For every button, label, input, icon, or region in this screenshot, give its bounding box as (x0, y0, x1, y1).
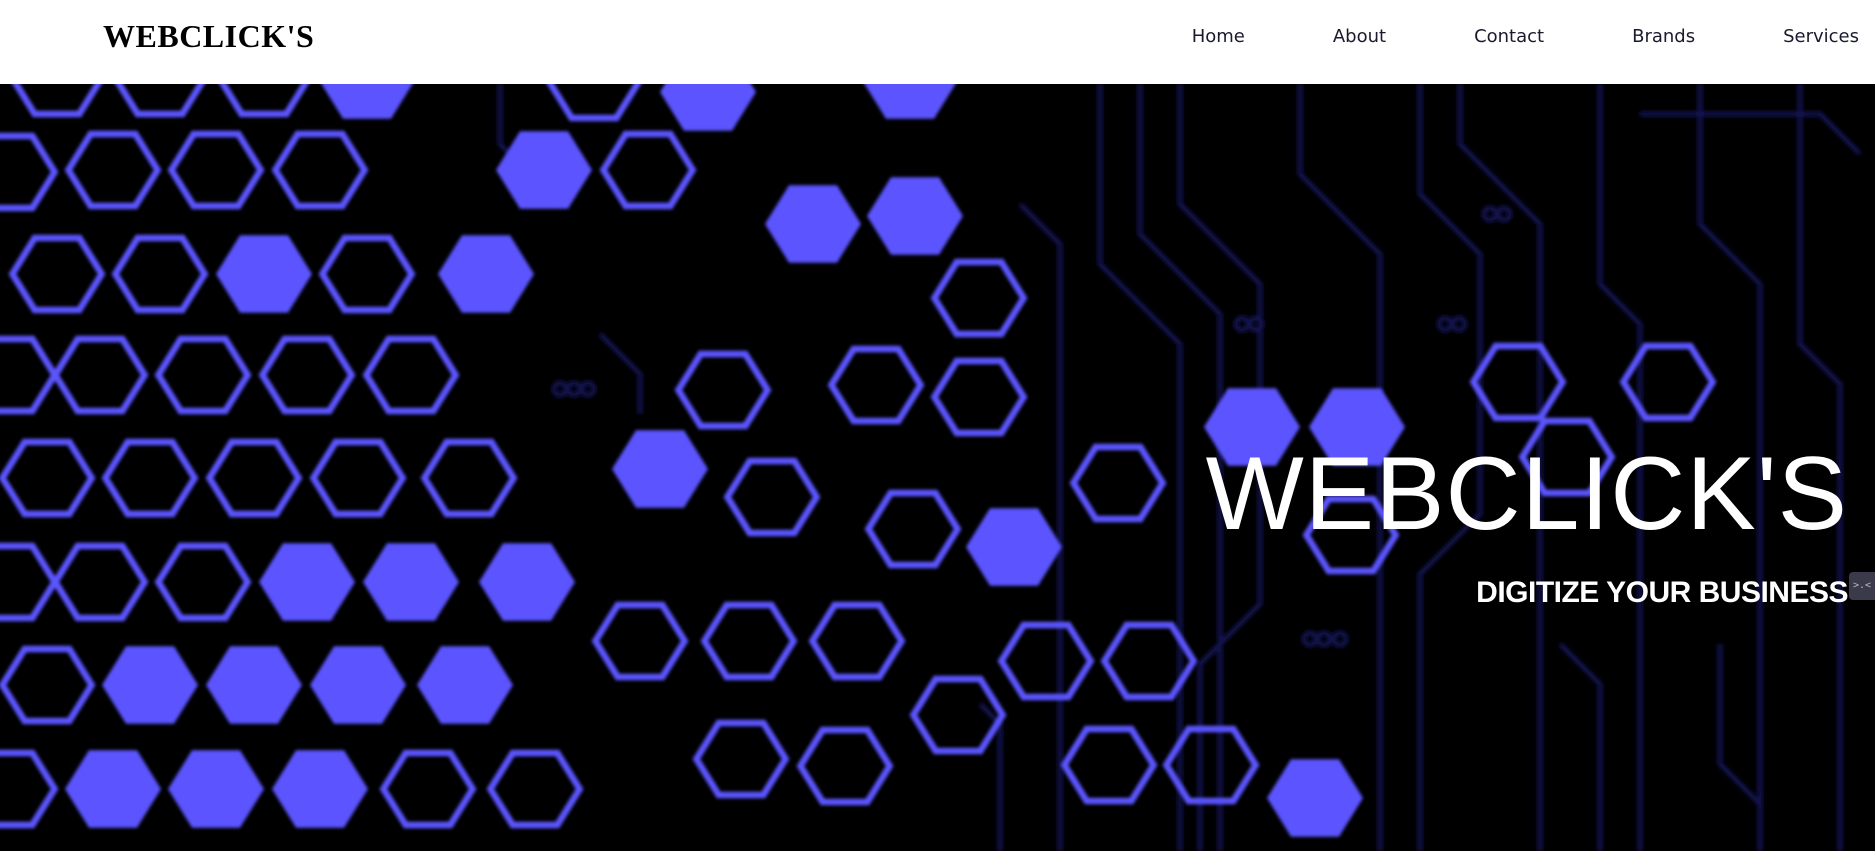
hexagon-outline (827, 345, 925, 425)
hexagon-outline (674, 350, 772, 430)
circuit-trace (1558, 642, 1603, 851)
hexagon-filled (363, 543, 459, 621)
hexagon-outline (379, 749, 477, 829)
hero-title: WEBCLICK'S (1205, 436, 1848, 552)
circuit-trace (598, 332, 643, 414)
hexagon-outline (64, 130, 162, 210)
hexagon-filled (310, 646, 406, 724)
hexagon-outline (546, 84, 642, 122)
hexagon-filled (867, 177, 963, 255)
nav-home-link[interactable]: Home (1192, 26, 1245, 47)
nav-brands-link[interactable]: Brands (1632, 26, 1695, 47)
circuit-pad (1247, 315, 1265, 333)
circuit-pad (1436, 315, 1454, 333)
hexagon-outline (0, 438, 96, 518)
hexagon-outline (1469, 342, 1567, 422)
circuit-trace (1717, 644, 1762, 806)
hexagon-outline (51, 335, 149, 415)
hexagon-outline (101, 438, 199, 518)
hexagon-filled (1267, 759, 1363, 837)
hexagon-outline (864, 489, 962, 569)
hexagon-outline (1069, 443, 1167, 523)
hero-section: WEBCLICK'S DIGITIZE YOUR BUSINESS (0, 84, 1875, 851)
hexagon-outline (808, 601, 906, 681)
hexagon-filled (321, 84, 413, 119)
hexagon-outline (205, 438, 303, 518)
hero-subtitle: DIGITIZE YOUR BUSINESS (1476, 576, 1848, 609)
hexagon-outline (700, 601, 798, 681)
circuit-pad (1495, 205, 1513, 223)
nav-services-link[interactable]: Services (1783, 26, 1859, 47)
circuit-pad (1301, 630, 1319, 648)
circuit-pad (1315, 630, 1333, 648)
hexagon-outline (258, 335, 356, 415)
top-navbar: WEBCLICK'S Home About Contact Brands Ser… (0, 0, 1875, 84)
hexagon-filled (417, 646, 513, 724)
circuit-pad (579, 380, 597, 398)
hexagon-filled (496, 131, 592, 209)
brand-logo[interactable]: WEBCLICK'S (103, 18, 314, 55)
nav-about-link[interactable]: About (1333, 26, 1386, 47)
hexagon-outline (723, 457, 821, 537)
circuit-pad (1450, 315, 1468, 333)
hexagon-outline (0, 645, 96, 725)
hexagon-outline (1060, 725, 1158, 805)
hexagon-outline (12, 84, 102, 118)
circuit-pad (1331, 630, 1349, 648)
circuit-pad (551, 380, 569, 398)
hexagon-outline (51, 542, 149, 622)
hexagon-outline (0, 335, 59, 415)
hexagon-filled (479, 543, 575, 621)
hexagon-outline (219, 84, 309, 118)
hexagon-filled (864, 84, 956, 119)
hexagon-filled (272, 750, 368, 828)
hexagon-filled (765, 185, 861, 263)
hexagon-outline (420, 438, 518, 518)
hexagon-filled (168, 750, 264, 828)
hexagon-filled (206, 646, 302, 724)
hexagon-outline (692, 719, 790, 799)
hexagon-filled (216, 235, 312, 313)
hexagon-filled (259, 543, 355, 621)
circuit-pad (1233, 315, 1251, 333)
hexagon-outline (318, 234, 416, 314)
hexagon-outline (591, 601, 689, 681)
hexagon-outline (0, 749, 59, 829)
hexagon-outline (997, 621, 1095, 701)
hexagon-outline (796, 726, 894, 806)
hexagon-outline (111, 234, 209, 314)
circuit-pad (1481, 205, 1499, 223)
nav-contact-link[interactable]: Contact (1474, 26, 1544, 47)
hexagon-outline (271, 130, 369, 210)
main-nav: Home About Contact Brands Services (1192, 26, 1859, 47)
hexagon-filled (102, 646, 198, 724)
hexagon-filled (660, 84, 756, 131)
hexagon-outline (599, 130, 697, 210)
hexagon-filled (438, 235, 534, 313)
hexagon-outline (930, 357, 1028, 437)
hexagon-outline (167, 130, 265, 210)
circuit-trace (1640, 111, 1862, 156)
hexagon-outline (0, 542, 59, 622)
hexagon-outline (0, 132, 59, 212)
circuit-pad (565, 380, 583, 398)
hexagon-outline (1619, 342, 1717, 422)
hexagon-outline (930, 258, 1028, 338)
chat-widget-icon[interactable]: >.< (1849, 572, 1875, 600)
hexagon-outline (154, 542, 252, 622)
hexagon-outline (362, 335, 460, 415)
hexagon-filled (966, 508, 1062, 586)
hexagon-outline (8, 234, 106, 314)
hexagon-outline (154, 335, 252, 415)
hexagon-outline (486, 749, 584, 829)
hexagon-filled (65, 750, 161, 828)
hexagon-filled (612, 430, 708, 508)
hexagon-outline (115, 84, 205, 118)
hexagon-outline (309, 438, 407, 518)
